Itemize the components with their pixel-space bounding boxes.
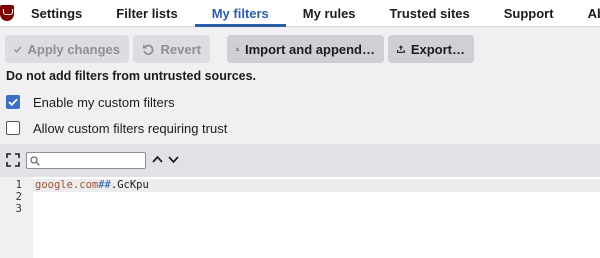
ublock-logo-icon	[0, 0, 14, 26]
search-icon	[30, 155, 40, 166]
fullscreen-icon[interactable]	[6, 153, 20, 167]
tab-settings[interactable]: Settings	[14, 0, 99, 26]
allow-trust-filters-option[interactable]: Allow custom filters requiring trust	[6, 120, 227, 136]
checkmark-icon	[14, 46, 22, 53]
chevron-down-icon[interactable]	[167, 153, 180, 166]
tab-filter-lists[interactable]: Filter lists	[99, 0, 194, 26]
filter-domain: google.com	[35, 179, 99, 191]
chevron-up-icon[interactable]	[151, 153, 164, 166]
tab-bar: Settings Filter lists My filters My rule…	[0, 0, 600, 27]
filter-separator: ##	[98, 179, 111, 191]
line-number: 2	[15, 191, 22, 203]
revert-button[interactable]: Revert	[133, 35, 210, 63]
editor-toolbar	[0, 144, 600, 177]
allow-trust-filters-label: Allow custom filters requiring trust	[33, 120, 228, 136]
allow-trust-filters-checkbox[interactable]	[6, 121, 20, 135]
import-icon	[236, 47, 239, 51]
untrusted-sources-warning: Do not add filters from untrusted source…	[6, 69, 257, 83]
checkmark-icon	[8, 98, 18, 106]
search-input[interactable]	[43, 154, 143, 167]
export-button[interactable]: Export…	[388, 35, 474, 63]
revert-label: Revert	[160, 41, 201, 57]
search-field[interactable]	[26, 152, 146, 169]
undo-icon	[142, 43, 154, 55]
tab-trusted-sites[interactable]: Trusted sites	[373, 0, 487, 26]
tab-my-filters[interactable]: My filters	[194, 0, 286, 27]
apply-changes-button[interactable]: Apply changes	[5, 35, 129, 63]
filter-line[interactable]: google.com##.GcKpu	[35, 179, 149, 192]
enable-custom-filters-checkbox[interactable]	[6, 95, 20, 109]
apply-changes-label: Apply changes	[27, 41, 120, 57]
filter-editor[interactable]: 1 2 3 google.com##.GcKpu	[0, 177, 600, 258]
import-and-append-button[interactable]: Import and append…	[227, 35, 384, 63]
export-icon	[397, 45, 405, 53]
line-number: 3	[15, 203, 22, 215]
tab-support[interactable]: Support	[487, 0, 571, 26]
import-label: Import and append…	[245, 41, 375, 57]
tab-my-rules[interactable]: My rules	[286, 0, 373, 26]
tab-about[interactable]: About	[571, 0, 600, 26]
enable-custom-filters-option[interactable]: Enable my custom filters	[6, 94, 175, 110]
line-number: 1	[15, 179, 22, 191]
filter-selector: .GcKpu	[110, 179, 149, 191]
enable-custom-filters-label: Enable my custom filters	[33, 94, 175, 110]
export-label: Export…	[410, 41, 465, 57]
line-number-gutter: 1 2 3	[0, 177, 33, 258]
my-filters-pane: Apply changes Revert Import and append… …	[0, 27, 600, 258]
